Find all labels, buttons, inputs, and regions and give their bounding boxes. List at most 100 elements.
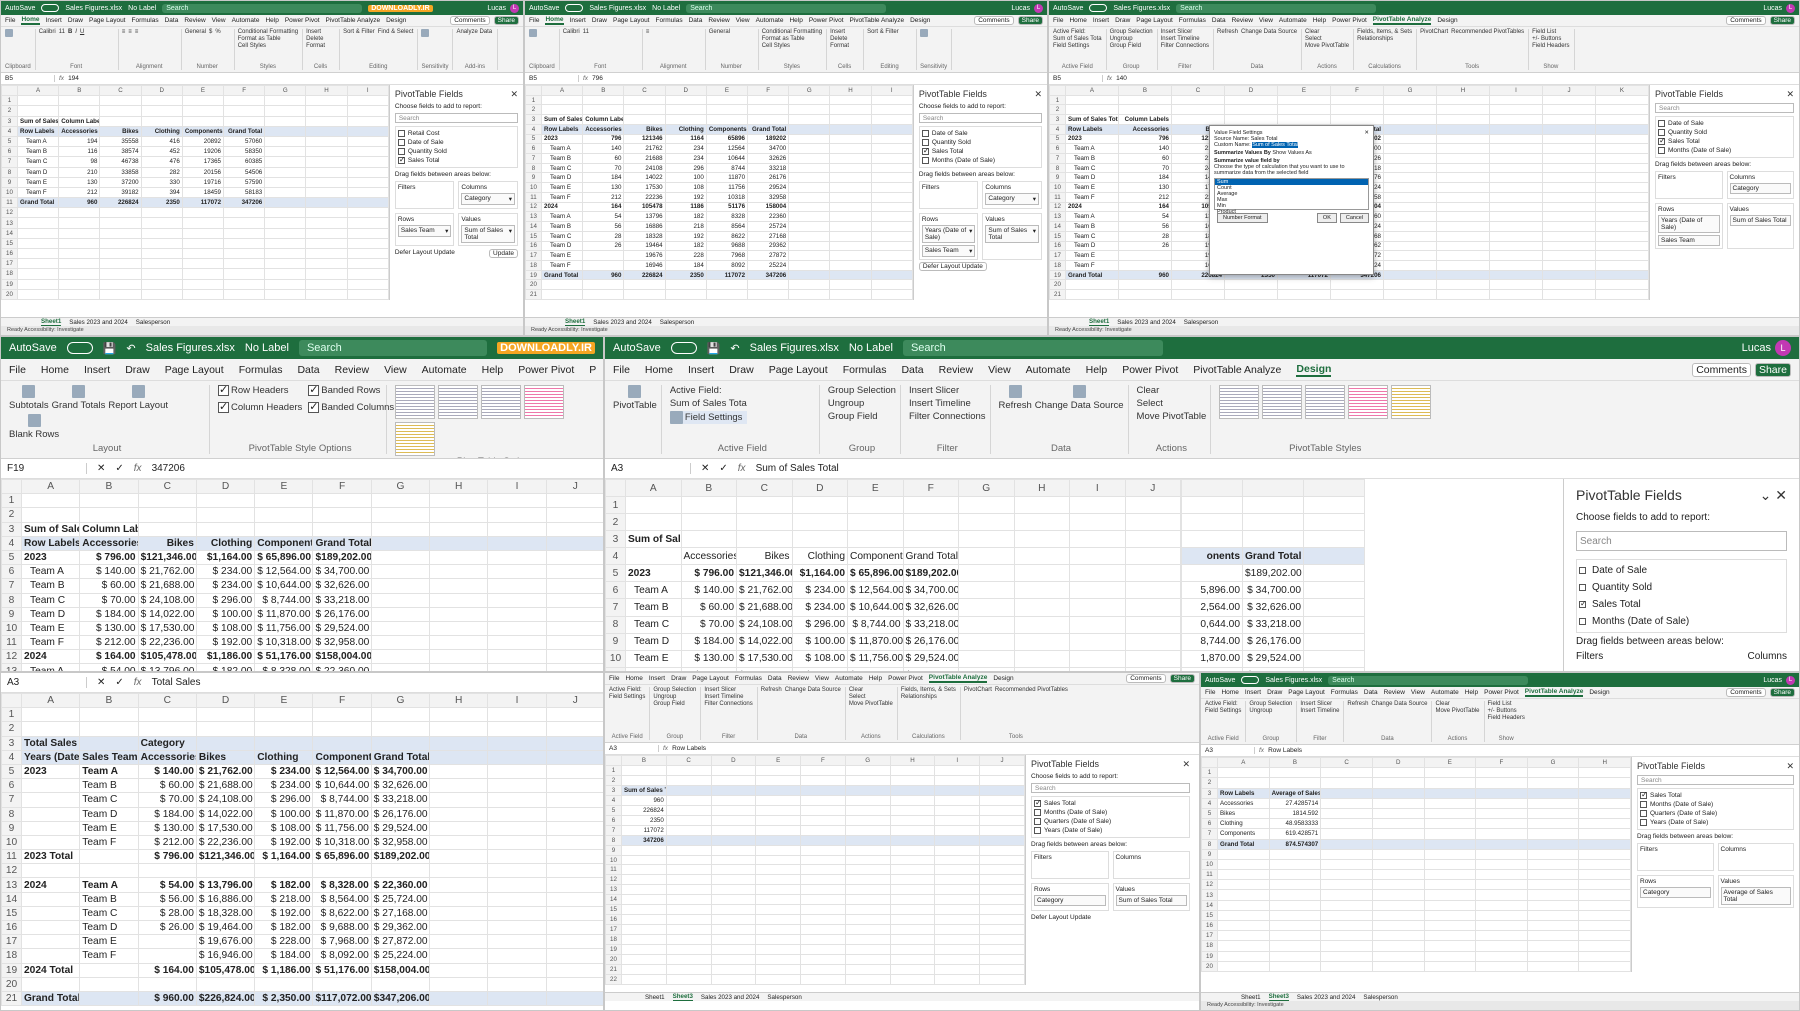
cell[interactable] bbox=[99, 105, 142, 117]
cell[interactable] bbox=[429, 792, 489, 808]
cell[interactable] bbox=[223, 268, 266, 280]
change-data-source[interactable]: Change Data Source bbox=[1371, 701, 1427, 707]
cell[interactable] bbox=[305, 288, 348, 301]
group-field[interactable]: Group Field bbox=[1110, 43, 1153, 49]
cell[interactable] bbox=[934, 914, 981, 926]
cell[interactable]: Team D bbox=[16, 166, 60, 178]
cell[interactable] bbox=[1436, 269, 1490, 281]
cell[interactable]: $ 296.00 bbox=[195, 592, 256, 608]
cell[interactable] bbox=[934, 774, 981, 786]
avatar[interactable]: L bbox=[1034, 3, 1043, 13]
cell[interactable] bbox=[429, 834, 489, 851]
cell[interactable] bbox=[1423, 797, 1477, 809]
cell[interactable]: $ 51,176.00 bbox=[254, 649, 314, 665]
field-list-toggle[interactable]: Field List bbox=[1532, 29, 1569, 35]
cell[interactable] bbox=[1383, 162, 1437, 174]
cell[interactable] bbox=[1069, 581, 1126, 600]
cell[interactable] bbox=[1303, 564, 1365, 583]
tab-data[interactable]: Data bbox=[165, 17, 179, 24]
cell[interactable] bbox=[1371, 940, 1425, 952]
column-header[interactable]: A bbox=[1217, 756, 1270, 769]
row-header[interactable]: 5 bbox=[1049, 133, 1066, 145]
column-header[interactable]: C bbox=[99, 84, 142, 97]
cell[interactable]: Components bbox=[1217, 828, 1270, 840]
cell[interactable] bbox=[1371, 889, 1425, 901]
cell[interactable] bbox=[429, 820, 489, 836]
cell[interactable] bbox=[545, 919, 603, 936]
cell[interactable]: 192 bbox=[664, 191, 707, 203]
cell[interactable] bbox=[346, 135, 389, 148]
cell[interactable]: $ 8,744.00 bbox=[312, 792, 372, 808]
cell[interactable]: Sum of Sales Total bbox=[621, 784, 667, 796]
rows-area[interactable]: Rows Years (Date of Sale) Sales Team bbox=[1655, 203, 1723, 249]
cell[interactable]: $ 8,328.00 bbox=[254, 663, 314, 671]
cell[interactable] bbox=[99, 268, 142, 280]
cell[interactable]: $ 12,564.00 bbox=[254, 564, 314, 580]
cell[interactable]: $ 13,796.00 bbox=[137, 663, 197, 671]
cell[interactable] bbox=[346, 237, 389, 250]
paste-icon[interactable] bbox=[5, 29, 13, 37]
row-header[interactable]: 8 bbox=[1, 166, 18, 178]
column-header[interactable]: C bbox=[623, 85, 666, 96]
cell[interactable] bbox=[1320, 787, 1373, 799]
cell[interactable]: 105478 bbox=[623, 201, 666, 213]
cell[interactable] bbox=[99, 115, 142, 127]
cell[interactable] bbox=[1526, 940, 1580, 952]
cell[interactable]: 2,564.00 bbox=[1181, 598, 1243, 617]
cell[interactable]: $ 13,796.00 bbox=[195, 877, 256, 893]
cell[interactable] bbox=[1475, 807, 1528, 820]
cell[interactable] bbox=[889, 914, 936, 926]
column-header[interactable]: I bbox=[346, 84, 389, 97]
cell[interactable] bbox=[58, 217, 101, 229]
row-header[interactable]: 14 bbox=[1, 891, 22, 907]
column-header[interactable]: I bbox=[487, 692, 547, 709]
cell[interactable] bbox=[1303, 496, 1365, 515]
row-header[interactable]: 8 bbox=[1201, 838, 1218, 850]
cell[interactable] bbox=[20, 834, 81, 851]
cell[interactable] bbox=[1423, 960, 1477, 973]
tab-view[interactable]: View bbox=[212, 17, 226, 24]
cell[interactable]: $ 29,524.00 bbox=[312, 620, 372, 637]
cell[interactable] bbox=[800, 944, 846, 956]
cell[interactable] bbox=[429, 863, 489, 879]
cell[interactable] bbox=[889, 764, 936, 776]
fx-icon[interactable]: fx bbox=[134, 463, 142, 474]
cell[interactable] bbox=[1118, 289, 1172, 300]
tab-show-values[interactable]: Show Values As bbox=[1272, 150, 1311, 156]
cell[interactable] bbox=[844, 784, 891, 796]
cell[interactable] bbox=[958, 615, 1015, 634]
cell[interactable] bbox=[1595, 289, 1649, 300]
cell[interactable]: 32958 bbox=[747, 191, 790, 203]
cell[interactable] bbox=[680, 513, 737, 532]
cell[interactable] bbox=[1124, 632, 1181, 651]
column-header[interactable] bbox=[1242, 478, 1304, 498]
row-header[interactable]: 20 bbox=[1, 976, 22, 992]
cell[interactable]: 2350 bbox=[621, 814, 667, 826]
field-item[interactable]: Quantity Sold bbox=[397, 147, 515, 156]
cell[interactable] bbox=[1436, 182, 1490, 193]
analyze-data[interactable]: Analyze Data bbox=[456, 29, 492, 35]
cell[interactable] bbox=[736, 513, 793, 532]
cell[interactable]: 2350 bbox=[664, 269, 707, 281]
cell[interactable] bbox=[1489, 143, 1543, 155]
column-header[interactable]: B bbox=[1118, 85, 1172, 96]
checkbox-icon[interactable] bbox=[397, 155, 406, 164]
cell[interactable] bbox=[800, 914, 846, 926]
cell[interactable] bbox=[1526, 950, 1580, 962]
cell[interactable] bbox=[487, 976, 547, 992]
row-header[interactable]: 8 bbox=[1, 592, 22, 608]
cell[interactable]: Team A bbox=[79, 877, 139, 893]
cell[interactable] bbox=[788, 172, 831, 184]
column-header[interactable]: D bbox=[140, 84, 183, 97]
cell[interactable] bbox=[1303, 632, 1365, 651]
cell[interactable]: $189,202.00 bbox=[370, 849, 431, 865]
cell[interactable] bbox=[181, 247, 225, 260]
cell[interactable]: $ 11,756.00 bbox=[254, 620, 314, 637]
save-icon[interactable]: 💾 bbox=[707, 342, 721, 355]
cell[interactable] bbox=[1526, 787, 1580, 799]
cell[interactable]: 19206 bbox=[181, 146, 225, 158]
cell[interactable] bbox=[664, 279, 707, 291]
cell[interactable] bbox=[1542, 289, 1596, 300]
cell[interactable] bbox=[934, 973, 981, 986]
cell[interactable] bbox=[1423, 909, 1477, 922]
